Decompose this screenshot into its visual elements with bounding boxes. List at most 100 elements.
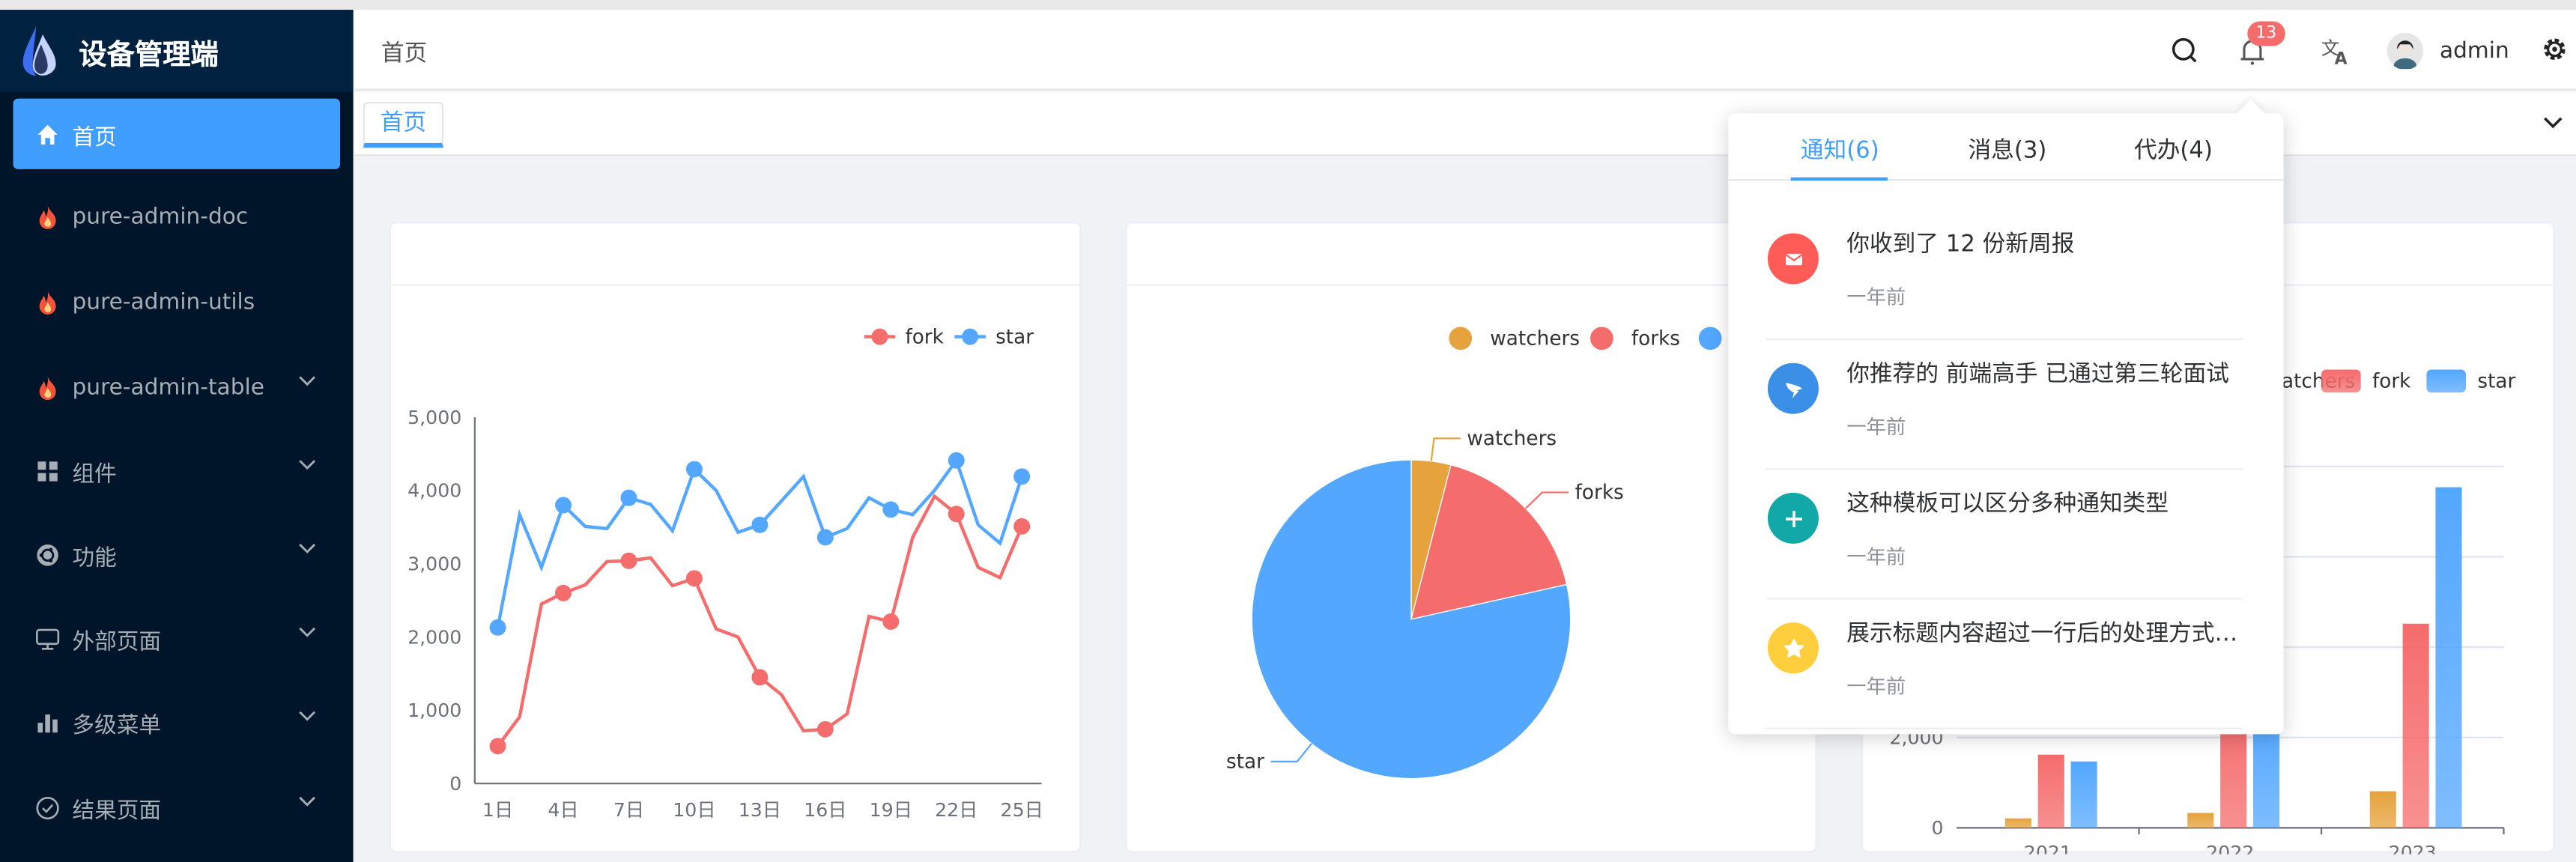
notification-item[interactable]: 展示标题内容超过一行后的处理方式，如果内容超过1行将自动截断并支持tooltip…	[1766, 600, 2243, 729]
data-point-star	[948, 452, 965, 469]
notification-title: 你收到了 12 份新周报	[1846, 231, 2075, 258]
notification-title: 你推荐的 前端高手 已通过第三轮面试	[1846, 361, 2230, 388]
notification-time: 一年前	[1846, 285, 1906, 309]
avatar[interactable]	[2386, 32, 2424, 70]
notification-item[interactable]: 你推荐的 前端高手 已通过第三轮面试 一年前	[1766, 340, 2243, 470]
tab-notice[interactable]: 通知(6)	[1801, 133, 1879, 166]
sidebar-item-label: pure-admin-table	[72, 373, 264, 401]
line-chart: 0 1,000 2,000 3,000 4,000 5,000 1日 4日 7日 10日 13日 16…	[407, 326, 1043, 821]
x-tick-label: 2022	[2206, 842, 2254, 854]
mail-icon	[1767, 233, 1819, 285]
notification-item[interactable]: 你收到了 12 份新周报 一年前	[1766, 210, 2243, 341]
sidebar-item-8[interactable]: 结果页面	[13, 772, 340, 843]
data-point-star	[816, 529, 834, 546]
bar-star-2023	[2435, 487, 2462, 828]
series-line-star	[496, 457, 1024, 628]
chevron-down-icon[interactable]	[297, 626, 317, 640]
x-tick-label: 2023	[2389, 842, 2437, 854]
translate-icon[interactable]: 文A	[2321, 36, 2351, 65]
notification-time: 一年前	[1846, 415, 1906, 439]
data-point-fork	[489, 738, 506, 755]
x-tick-label: 25日	[1001, 799, 1043, 821]
chevron-down-icon[interactable]	[2543, 117, 2563, 130]
y-tick-label: 4,000	[407, 480, 461, 502]
legend-label-watchers: watchers	[1490, 328, 1580, 350]
breadcrumb[interactable]: 首页	[381, 36, 427, 69]
pie-label: forks	[1575, 482, 1624, 504]
series-line-fork	[496, 494, 1024, 747]
sidebar-item-label: pure-admin-doc	[72, 202, 249, 229]
chevron-down-icon[interactable]	[297, 458, 317, 472]
pie-label: watchers	[1467, 428, 1557, 450]
legend-label-forks: forks	[1631, 328, 1680, 350]
username[interactable]: admin	[2440, 37, 2509, 64]
chevron-down-icon[interactable]	[297, 374, 317, 388]
data-point-star	[685, 461, 703, 478]
x-tick-label: 16日	[804, 799, 846, 821]
legend-label-fork: fork	[2372, 371, 2411, 393]
y-tick-label: 3,000	[407, 553, 461, 574]
sidebar-item-label: 首页	[72, 124, 117, 151]
y-tick-label: 0	[1932, 817, 1944, 839]
sidebar-item-5[interactable]: 功能	[13, 519, 340, 589]
notification-title: 这种模板可以区分多种通知类型	[1846, 491, 2169, 517]
bar-star-2021	[2070, 761, 2097, 828]
data-point-star	[751, 516, 769, 533]
dingtalk-icon	[1767, 362, 1819, 414]
bar-fork-2023	[2402, 623, 2429, 828]
legend-swatch-star	[2426, 369, 2467, 393]
data-point-fork	[948, 506, 965, 523]
sidebar-item-7[interactable]: 多级菜单	[13, 687, 340, 757]
notification-badge: 13	[2247, 21, 2285, 46]
sidebar-item-3[interactable]: pure-admin-table	[13, 351, 340, 422]
data-point-fork	[882, 613, 900, 630]
x-tick-label: 7日	[613, 799, 644, 821]
x-tick-label: 10日	[673, 799, 715, 821]
legend-marker-star	[962, 328, 979, 345]
tab-message[interactable]: 消息(3)	[1969, 133, 2047, 166]
sidebar-item-2[interactable]: pure-admin-utils	[13, 266, 340, 336]
sidebar-item-4[interactable]: 组件	[13, 435, 340, 506]
fire-icon	[34, 374, 61, 400]
sidebar-item-0[interactable]: 首页	[13, 98, 341, 169]
sidebar-item-6[interactable]: 外部页面	[13, 603, 340, 673]
pie-label-line	[1525, 491, 1569, 509]
logo[interactable]: 设备管理端	[0, 10, 354, 92]
chevron-down-icon[interactable]	[297, 795, 317, 809]
chevron-down-icon[interactable]	[297, 709, 317, 723]
tab-todo[interactable]: 代办(4)	[2134, 133, 2213, 166]
sidebar-item-label: 功能	[72, 544, 117, 571]
legend-label-star: star	[2477, 371, 2515, 393]
x-tick-label: 4日	[548, 799, 578, 821]
chevron-down-icon[interactable]	[297, 542, 317, 556]
sidebar-item-1[interactable]: pure-admin-doc	[13, 180, 340, 251]
notice-tabs: 通知(6) 消息(3) 代办(4)	[1728, 113, 2284, 181]
x-tick-label: 2021	[2024, 842, 2072, 854]
x-tick-label: 22日	[935, 799, 978, 821]
svg-text:A: A	[2335, 50, 2348, 66]
monitor-icon	[34, 625, 61, 652]
fire-icon	[34, 203, 61, 229]
star-icon	[1767, 622, 1819, 674]
gear-icon[interactable]	[2542, 36, 2568, 62]
bar-chart-icon	[34, 708, 61, 735]
pie-label-line	[1430, 437, 1461, 461]
sidebar: 设备管理端 首页 pure-admin-doc pure-admin-utils pu…	[0, 10, 354, 862]
notification-item[interactable]: 这种模板可以区分多种通知类型 一年前	[1766, 470, 2243, 600]
header: 首页 13 文A admin	[354, 10, 2576, 91]
data-point-fork	[1013, 517, 1031, 535]
y-tick-label: 1,000	[407, 699, 461, 721]
data-point-fork	[751, 669, 769, 686]
search-icon[interactable]	[2170, 36, 2199, 65]
tag-home[interactable]: 首页	[363, 101, 444, 148]
data-point-star	[620, 489, 637, 506]
sidebar-item-label: 多级菜单	[72, 711, 161, 738]
data-point-fork	[620, 552, 637, 569]
fire-icon	[34, 288, 61, 315]
legend-marker-forks	[1590, 327, 1613, 350]
data-point-star	[882, 501, 900, 518]
check-circle-icon	[34, 794, 61, 820]
bar-watchers-2021	[2004, 818, 2031, 828]
browser-strip	[0, 0, 2576, 10]
pie-label: star	[1226, 751, 1264, 774]
